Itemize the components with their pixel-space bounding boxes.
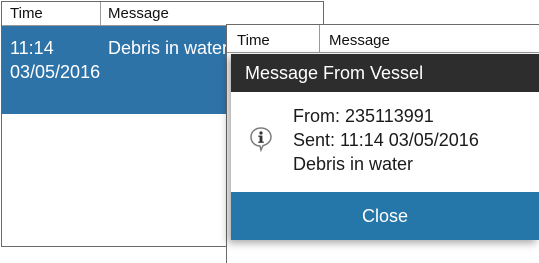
list-header: Time Message xyxy=(227,25,539,53)
row-message: Debris in water xyxy=(108,38,229,58)
column-divider xyxy=(319,25,320,53)
message-from: From: 235113991 xyxy=(293,106,434,126)
column-header-message[interactable]: Message xyxy=(108,5,169,22)
message-dialog: Message From Vessel From: 235113991 Sent… xyxy=(231,54,539,240)
dialog-title: Message From Vessel xyxy=(231,54,539,92)
column-header-time[interactable]: Time xyxy=(237,32,270,49)
column-header-time[interactable]: Time xyxy=(10,5,43,22)
close-button[interactable]: Close xyxy=(231,192,539,240)
row-time: 11:14 xyxy=(10,38,54,58)
list-header: Time Message xyxy=(2,2,323,26)
column-header-message[interactable]: Message xyxy=(329,32,390,49)
info-icon xyxy=(249,126,273,153)
table-row-selected[interactable]: 11:14 03/05/2016 Debris in water xyxy=(2,26,234,114)
message-sent: Sent: 11:14 03/05/2016 xyxy=(293,130,479,150)
column-divider xyxy=(100,2,101,26)
dialog-body: From: 235113991 Sent: 11:14 03/05/2016 D… xyxy=(231,92,539,192)
row-date: 03/05/2016 xyxy=(10,62,101,82)
message-text: Debris in water xyxy=(293,154,414,174)
